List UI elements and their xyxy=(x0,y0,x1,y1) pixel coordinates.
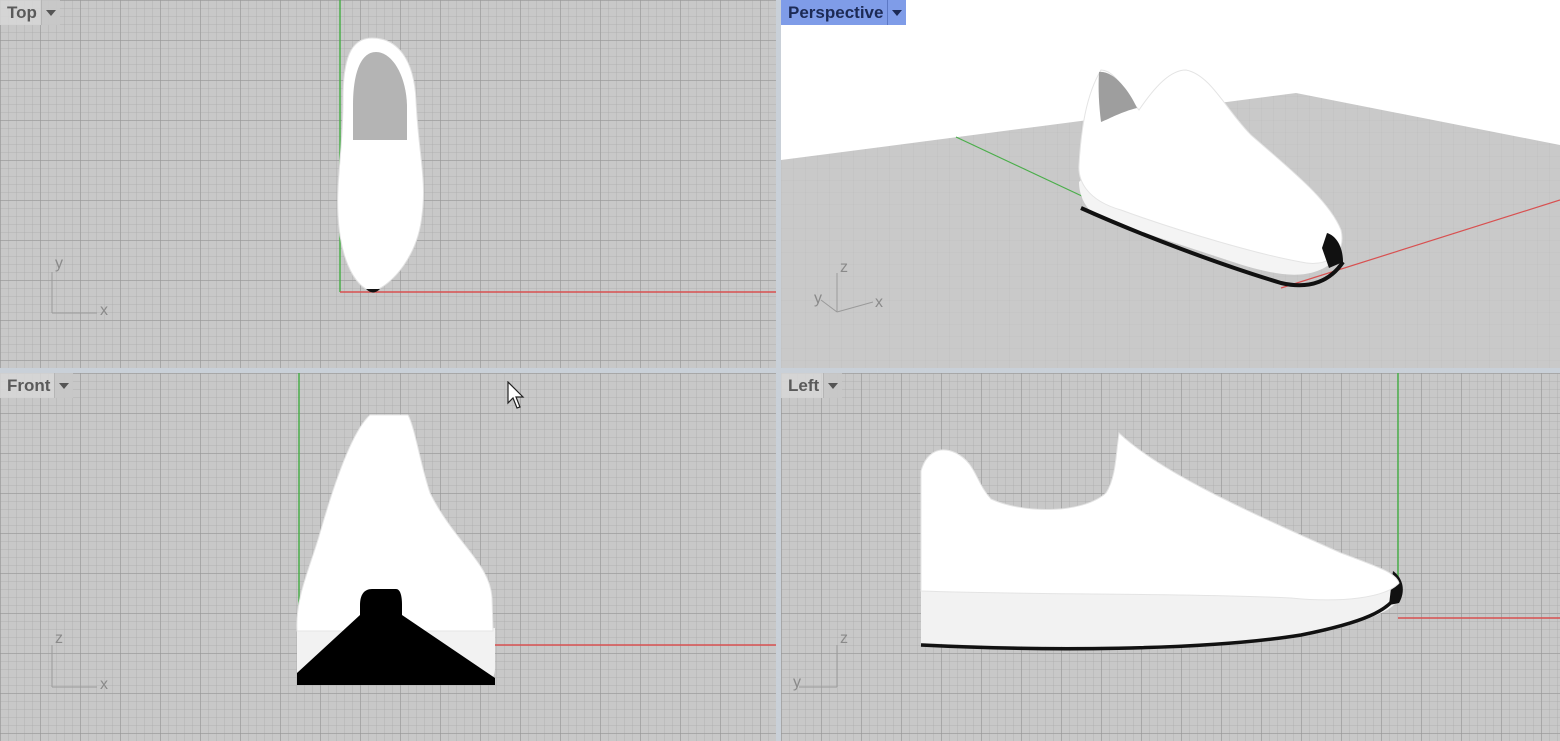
front-viewport-title[interactable]: Front xyxy=(0,373,74,398)
shoe-front-view xyxy=(296,414,495,685)
viewport-title-label[interactable]: Left xyxy=(781,373,824,398)
dropdown-arrow-icon[interactable] xyxy=(54,373,74,398)
perspective-scene: z y x xyxy=(781,69,1560,368)
shoe-left-view xyxy=(920,431,1403,651)
left-viewport-title[interactable]: Left xyxy=(781,373,843,398)
axis-triad-icon: y x xyxy=(51,255,108,319)
left-scene: z y xyxy=(793,373,1560,691)
dropdown-arrow-icon[interactable] xyxy=(887,0,907,25)
axis-triad-icon: z y xyxy=(793,630,848,691)
axis-triad-icon: z x xyxy=(51,630,108,693)
dropdown-arrow-icon[interactable] xyxy=(40,0,60,25)
axis-label-x: x xyxy=(100,302,108,319)
front-viewport[interactable]: z x Front xyxy=(0,373,776,741)
front-scene: z x xyxy=(51,373,776,693)
axis-label-z: z xyxy=(840,259,848,276)
left-viewport[interactable]: z y Left xyxy=(781,373,1560,741)
viewport-title-label[interactable]: Perspective xyxy=(781,0,888,25)
axis-label-z: z xyxy=(840,630,848,647)
axis-label-y: y xyxy=(814,290,822,307)
mouse-cursor-icon xyxy=(507,381,525,409)
viewport-title-label[interactable]: Top xyxy=(0,0,41,25)
axis-label-y: y xyxy=(55,255,63,272)
perspective-viewport-title[interactable]: Perspective xyxy=(781,0,907,25)
dropdown-arrow-icon[interactable] xyxy=(823,373,843,398)
viewport-title-label[interactable]: Front xyxy=(0,373,55,398)
shoe-top-view xyxy=(337,37,424,293)
top-viewport-title[interactable]: Top xyxy=(0,0,60,25)
axis-label-y: y xyxy=(793,674,801,691)
top-scene: y x xyxy=(51,0,776,319)
axis-label-x: x xyxy=(100,676,108,693)
top-viewport[interactable]: y x Top xyxy=(0,0,776,368)
perspective-viewport[interactable]: z y x Perspective xyxy=(781,0,1560,368)
axis-label-z: z xyxy=(55,630,63,647)
axis-label-x: x xyxy=(875,294,883,311)
